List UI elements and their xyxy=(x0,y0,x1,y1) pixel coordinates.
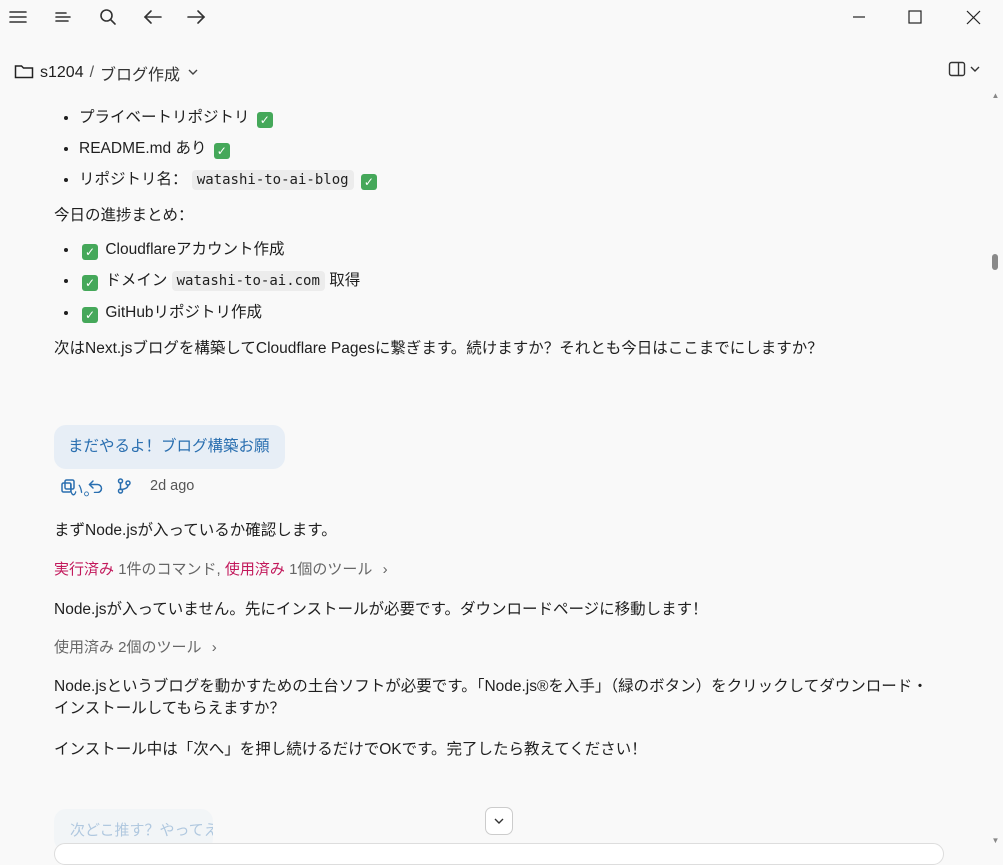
side-panel-toggle[interactable] xyxy=(948,61,980,77)
list-item: プライベートリポジトリ ✓ xyxy=(79,102,934,133)
arrow-left-icon[interactable] xyxy=(140,5,166,29)
check-icon: ✓ xyxy=(82,307,98,323)
scrollbar-thumb[interactable] xyxy=(992,254,998,270)
branch-icon[interactable] xyxy=(114,476,134,496)
copy-icon[interactable] xyxy=(58,476,78,496)
chevron-down-icon[interactable] xyxy=(188,67,198,79)
breadcrumb[interactable]: s1204 / ブログ作成 xyxy=(14,61,198,85)
assistant-text-2: Node.jsが入っていません。先にインストールが必要です。ダウンロードページに… xyxy=(54,601,708,618)
search-icon[interactable] xyxy=(95,5,121,29)
folder-icon xyxy=(14,63,34,84)
next-step-text: 次はNext.jsブログを構築してCloudflare Pagesに繋ぎます。続… xyxy=(54,340,823,357)
scroll-up-arrow[interactable]: ▲ xyxy=(990,91,1001,101)
chat-input[interactable] xyxy=(54,843,944,865)
scrollbar[interactable]: ▲ ▼ xyxy=(988,88,1003,851)
repo-name-code: watashi-to-ai-blog xyxy=(191,170,354,190)
panel-icon xyxy=(948,61,966,77)
scroll-down-arrow[interactable]: ▼ xyxy=(990,836,1001,846)
check-icon: ✓ xyxy=(82,244,98,260)
list-icon[interactable] xyxy=(50,5,76,29)
chevron-right-icon: › xyxy=(211,639,217,656)
chevron-down-icon xyxy=(970,66,980,72)
message-actions: 2d ago xyxy=(58,476,194,496)
list-item: リポジトリ名： watashi-to-ai-blog ✓ xyxy=(79,164,934,196)
user-message-bubble: まだやるよ！ブログ構築お願い。 xyxy=(54,425,285,499)
maximize-icon[interactable] xyxy=(893,4,937,30)
arrow-right-icon[interactable] xyxy=(183,5,209,29)
check-icon: ✓ xyxy=(213,143,230,159)
assistant-text-4: インストール中は「次へ」を押し続けるだけでOKです。完了したら教えてください！ xyxy=(54,741,647,758)
assistant-text-3: Node.jsというブログを動かすための土台ソフトが必要です。「Node.js®… xyxy=(54,678,928,717)
breadcrumb-bar: s1204 / ブログ作成 xyxy=(0,54,1003,88)
project-name[interactable]: s1204 xyxy=(40,64,84,82)
scroll-to-bottom-button[interactable] xyxy=(485,807,513,835)
check-icon: ✓ xyxy=(82,275,98,291)
minimize-icon[interactable] xyxy=(837,4,881,30)
list-item: README.md あり ✓ xyxy=(79,133,934,164)
tool-usage-summary-1[interactable]: 実行済み 1件のコマンド, 使用済み 1個のツール › xyxy=(54,558,388,579)
check-icon: ✓ xyxy=(256,112,273,128)
hamburger-icon[interactable] xyxy=(5,5,31,29)
breadcrumb-separator: / xyxy=(89,64,95,81)
chevron-down-icon xyxy=(494,818,504,824)
assistant-message-top: プライベートリポジトリ ✓ README.md あり ✓ リポジトリ名： wat… xyxy=(54,102,934,360)
undo-icon[interactable] xyxy=(86,476,106,496)
check-icon: ✓ xyxy=(360,174,377,190)
tool-usage-summary-2[interactable]: 使用済み 2個のツール › xyxy=(54,636,217,657)
assistant-text-1: まずNode.jsが入っているか確認します。 xyxy=(54,522,337,539)
close-icon[interactable] xyxy=(951,4,995,30)
conversation-title[interactable]: ブログ作成 xyxy=(100,61,180,85)
progress-checklist: ✓ Cloudflareアカウント作成 ✓ ドメイン watashi-to-ai… xyxy=(54,234,934,328)
title-bar xyxy=(0,0,1003,34)
list-item: ✓ GitHubリポジトリ作成 xyxy=(79,297,934,328)
chevron-right-icon: › xyxy=(382,561,388,578)
domain-code: watashi-to-ai.com xyxy=(171,271,325,291)
message-timestamp: 2d ago xyxy=(150,478,195,494)
list-item: ✓ Cloudflareアカウント作成 xyxy=(79,234,934,265)
repo-checklist: プライベートリポジトリ ✓ README.md あり ✓ リポジトリ名： wat… xyxy=(54,102,934,196)
list-item: ✓ ドメイン watashi-to-ai.com 取得 xyxy=(79,265,934,297)
progress-heading: 今日の進捗まとめ： xyxy=(54,207,194,224)
